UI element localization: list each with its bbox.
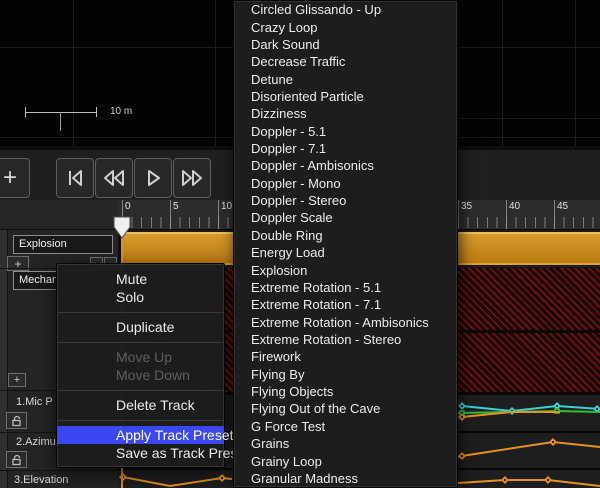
submenu-item-extreme-rotation-ambisonics[interactable]: Extreme Rotation - Ambisonics (234, 313, 457, 330)
submenu-item-flying-objects[interactable]: Flying Objects (234, 383, 457, 400)
context-menu-item-delete-track[interactable]: Delete Track (57, 396, 224, 414)
scale-bar (25, 112, 97, 113)
menu-separator (57, 384, 224, 396)
submenu-item-extreme-rotation-stereo[interactable]: Extreme Rotation - Stereo (234, 331, 457, 348)
play-button[interactable] (134, 158, 172, 198)
grid-line (502, 0, 503, 146)
lock-button[interactable] (6, 412, 27, 429)
panel-header (0, 200, 118, 230)
rewind-button[interactable] (95, 158, 133, 198)
track-context-menu: Mute Solo Duplicate Move Up Move Down Delete … (56, 263, 225, 468)
menu-separator (57, 414, 224, 426)
submenu-item-dark-sound[interactable]: Dark Sound (234, 36, 457, 53)
context-menu-item-move-up: Move Up (57, 348, 224, 366)
fast-forward-button[interactable] (173, 158, 211, 198)
submenu-item-grainy-loop[interactable]: Grainy Loop (234, 452, 457, 469)
playhead-marker[interactable] (113, 216, 131, 239)
menu-item-label: Duplicate (116, 319, 174, 335)
submenu-item-circled-glissando-up[interactable]: Circled Glissando - Up (234, 1, 457, 18)
track-preset-submenu: Circled Glissando - UpCrazy LoopDark Sou… (233, 0, 458, 488)
fast-forward-icon (179, 166, 205, 190)
submenu-item-energy-load[interactable]: Energy Load (234, 244, 457, 261)
play-icon (141, 166, 165, 190)
param-label-elevation[interactable]: 3.Elevation (14, 474, 114, 486)
menu-separator (57, 306, 224, 318)
submenu-item-extreme-rotation-5-1[interactable]: Extreme Rotation - 5.1 (234, 279, 457, 296)
scale-label: 10 m (110, 106, 132, 117)
submenu-item-grains[interactable]: Grains (234, 435, 457, 452)
submenu-item-extreme-rotation-7-1[interactable]: Extreme Rotation - 7.1 (234, 296, 457, 313)
transport-controls (56, 158, 211, 198)
context-menu-item-mute[interactable]: Mute (57, 270, 224, 288)
context-menu-item-duplicate[interactable]: Duplicate (57, 318, 224, 336)
menu-separator (57, 336, 224, 348)
submenu-item-flying-by[interactable]: Flying By (234, 366, 457, 383)
grid-line (575, 0, 576, 146)
submenu-item-decrease-traffic[interactable]: Decrease Traffic (234, 53, 457, 70)
submenu-item-detune[interactable]: Detune (234, 70, 457, 87)
skip-to-start-icon (63, 166, 87, 190)
submenu-item-doppler-7-1[interactable]: Doppler - 7.1 (234, 140, 457, 157)
scale-bar-cap (96, 107, 97, 117)
add-param-button[interactable]: + (8, 373, 26, 387)
menu-item-label: Move Down (116, 367, 190, 383)
submenu-item-doppler-stereo[interactable]: Doppler - Stereo (234, 192, 457, 209)
lock-icon (11, 454, 23, 466)
submenu-item-doppler-5-1[interactable]: Doppler - 5.1 (234, 123, 457, 140)
submenu-item-firework[interactable]: Firework (234, 348, 457, 365)
menu-item-label: Move Up (116, 349, 172, 365)
menu-item-label: Solo (116, 289, 144, 305)
lock-button[interactable] (6, 451, 27, 468)
scale-bar-tick (60, 112, 61, 131)
context-menu-item-apply-track-preset[interactable]: Apply Track Preset▶ (57, 426, 224, 444)
submenu-item-flying-out-of-the-cave[interactable]: Flying Out of the Cave (234, 400, 457, 417)
add-button[interactable]: + (0, 158, 30, 198)
lock-icon (11, 415, 23, 427)
track-name-field-explosion[interactable]: Explosion (13, 235, 113, 254)
grid-line (215, 0, 216, 146)
menu-item-label: Mute (116, 271, 147, 287)
submenu-item-disoriented-particle[interactable]: Disoriented Particle (234, 88, 457, 105)
menu-item-label: Apply Track Preset (116, 427, 234, 443)
context-menu-item-solo[interactable]: Solo (57, 288, 224, 306)
rewind-icon (101, 166, 127, 190)
grid-line (460, 118, 600, 119)
skip-to-start-button[interactable] (56, 158, 94, 198)
submenu-item-dizziness[interactable]: Dizziness (234, 105, 457, 122)
context-menu-item-move-down: Move Down (57, 366, 224, 384)
submenu-item-granular-madness[interactable]: Granular Madness (234, 470, 457, 487)
submenu-item-doppler-ambisonics[interactable]: Doppler - Ambisonics (234, 157, 457, 174)
context-menu-item-save-as-track-preset[interactable]: Save as Track Preset... (57, 444, 224, 462)
track-row-separator (0, 470, 118, 471)
submenu-item-doppler-scale[interactable]: Doppler Scale (234, 209, 457, 226)
app-window: 10 m + 0510354045 (0, 0, 600, 488)
submenu-item-explosion[interactable]: Explosion (234, 261, 457, 278)
submenu-item-g-force-test[interactable]: G Force Test (234, 418, 457, 435)
grid-line (73, 0, 74, 146)
submenu-item-crazy-loop[interactable]: Crazy Loop (234, 18, 457, 35)
submenu-item-double-ring[interactable]: Double Ring (234, 227, 457, 244)
submenu-item-doppler-mono[interactable]: Doppler - Mono (234, 175, 457, 192)
menu-item-label: Delete Track (116, 397, 195, 413)
scale-bar-cap (25, 107, 26, 117)
